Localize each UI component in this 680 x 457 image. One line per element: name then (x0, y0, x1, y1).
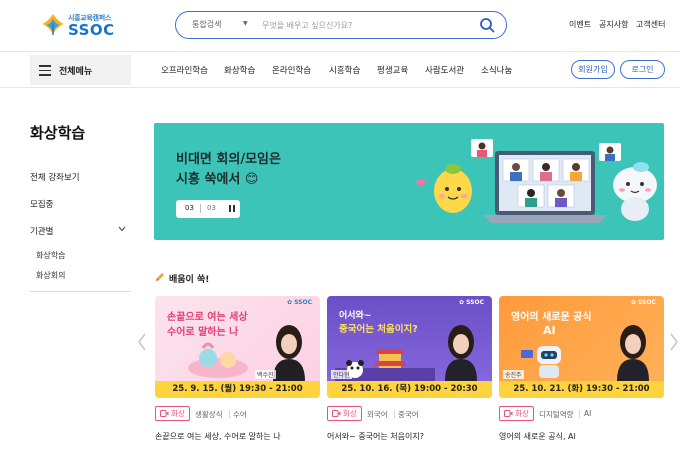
mode-label: 화상 (343, 409, 357, 418)
video-mode-tag: 화상 (499, 406, 534, 421)
sidebar-item-by-institution[interactable]: 기관별 (30, 225, 53, 237)
nav-offline-learning[interactable]: 오프라인학습 (161, 64, 208, 76)
banner-subheadline: 시흥 쑥에서 😊 (176, 172, 259, 187)
presenter-name: 안다현 (331, 370, 352, 379)
nav-online-learning[interactable]: 온라인학습 (272, 64, 311, 76)
search-bar: 통합검색 ▼ (175, 11, 507, 39)
course-card-thumbnail[interactable]: ✿ SSOC 어서와~ 중국어는 처음이지? 안다현 25. 10. 16. (… (327, 296, 492, 398)
course-title[interactable]: 영어의 새로운 공식, AI (499, 431, 576, 442)
subcategory-label: 수어 (233, 410, 247, 419)
schedule-bar: 25. 10. 16. (목) 19:00 - 20:30 (327, 381, 492, 398)
pager-current: 03 (185, 204, 194, 212)
category-separator: | (228, 409, 231, 418)
thumbnail-headline: 손끝으로 여는 세상 (167, 312, 248, 323)
presenter-name: 백수진 (255, 370, 276, 379)
sidebar-item-recruiting[interactable]: 모집중 (30, 198, 53, 210)
ssoc-badge-icon: ✿ SSOC (631, 299, 656, 306)
nav-news[interactable]: 소식나눔 (481, 64, 512, 76)
video-meeting-illustration (416, 139, 657, 223)
subcategory-label: 중국어 (398, 410, 419, 419)
video-mode-tag: 화상 (327, 406, 362, 421)
pager-total: 03 (207, 204, 216, 212)
schedule-bar: 25. 10. 21. (화) 19:30 - 21:00 (499, 381, 664, 398)
category-separator: | (578, 409, 581, 418)
chevron-left-icon[interactable] (137, 333, 147, 351)
video-camera-icon (332, 410, 341, 417)
course-card-thumbnail[interactable]: ✿ SSOC 손끝으로 여는 세상 수어로 말하는 나 백수진 25. 9. 1… (155, 296, 320, 398)
category-label: 디지털역량 (539, 410, 574, 419)
search-scope-select[interactable]: 통합검색 (192, 19, 221, 30)
customer-center-link[interactable]: 고객센터 (636, 19, 665, 30)
ssoc-logo-icon (42, 14, 64, 35)
chevron-right-icon[interactable] (669, 333, 679, 351)
pause-icon[interactable] (229, 205, 235, 212)
video-camera-icon (160, 410, 169, 417)
thumbnail-subheadline: 중국어는 처음이지? (339, 324, 418, 335)
robot-illustration (521, 346, 561, 378)
chevron-down-icon[interactable]: ▼ (243, 20, 248, 27)
hero-banner[interactable]: 비대면 회의/모임은 시흥 쑥에서 😊 03 03 (154, 123, 664, 240)
thumbnail-subheadline: 수어로 말하는 나 (167, 327, 239, 338)
ssoc-badge-icon: ✿ SSOC (459, 299, 484, 306)
thumbnail-headline: 영어의 새로운 공식 (511, 312, 592, 323)
pencil-icon (156, 273, 164, 281)
sidebar-subitem-video-learning[interactable]: 화상학습 (36, 250, 65, 261)
sidebar-title: 화상학습 (30, 124, 86, 142)
nav-human-library[interactable]: 사람도서관 (425, 64, 464, 76)
login-button[interactable]: 로그인 (620, 60, 665, 79)
site-header: 시흥교육캠퍼스 SSOC 통합검색 ▼ 이벤트 공지사항 고객센터 (0, 0, 680, 52)
presenter-photo (617, 325, 649, 381)
chevron-down-icon[interactable] (118, 226, 126, 232)
search-input[interactable] (262, 18, 467, 32)
all-menu-button[interactable]: 전체메뉴 (30, 55, 131, 85)
course-card-thumbnail[interactable]: ✿ SSOC 영어의 새로운 공식 AI 송진주 25. 10. 21. (화)… (499, 296, 664, 398)
site-logo[interactable]: 시흥교육캠퍼스 SSOC (40, 11, 120, 39)
subcategory-label: AI (584, 409, 592, 418)
section-title: 배움이 쑥! (169, 275, 210, 285)
search-icon[interactable] (479, 17, 495, 33)
sign-language-illustration (188, 342, 248, 378)
all-menu-label: 전체메뉴 (59, 67, 93, 77)
sidebar-divider (30, 291, 131, 292)
thumbnail-subheadline: AI (543, 324, 556, 337)
presenter-name: 송진주 (503, 370, 524, 379)
course-title[interactable]: 어서와~ 중국어는 처음이지? (327, 431, 424, 442)
notice-link[interactable]: 공지사항 (599, 19, 628, 30)
nav-video-learning[interactable]: 화상학습 (224, 64, 255, 76)
presenter-photo (445, 325, 477, 381)
thumbnail-headline: 어서와~ (339, 311, 372, 321)
schedule-bar: 25. 9. 15. (월) 19:30 - 21:00 (155, 381, 320, 398)
category-label: 생활상식 (195, 410, 223, 419)
video-camera-icon (504, 410, 513, 417)
banner-pager: 03 03 (176, 200, 240, 218)
event-link[interactable]: 이벤트 (569, 19, 591, 30)
sidebar-subitem-video-meeting[interactable]: 화상회의 (36, 270, 65, 281)
nav-siheung-learning[interactable]: 시흥학습 (329, 64, 360, 76)
pager-divider (200, 204, 201, 213)
logo-wordmark: SSOC (68, 21, 115, 39)
nav-lifelong-education[interactable]: 평생교육 (377, 64, 408, 76)
main-navigation: 전체메뉴 오프라인학습 화상학습 온라인학습 시흥학습 평생교육 사람도서관 소… (0, 52, 680, 88)
ssoc-badge-icon: ✿ SSOC (287, 299, 312, 306)
sidebar-item-all-courses[interactable]: 전체 강좌보기 (30, 171, 80, 183)
mode-label: 화상 (171, 409, 185, 418)
hamburger-icon (39, 65, 51, 76)
category-label: 외국어 (367, 410, 388, 419)
course-title[interactable]: 손끝으로 여는 세상, 수어로 말하는 나 (155, 431, 281, 442)
category-separator: | (393, 409, 396, 418)
banner-headline: 비대면 회의/모임은 (176, 152, 281, 167)
signup-button[interactable]: 회원가입 (571, 60, 615, 79)
mode-label: 화상 (515, 409, 529, 418)
video-mode-tag: 화상 (155, 406, 190, 421)
